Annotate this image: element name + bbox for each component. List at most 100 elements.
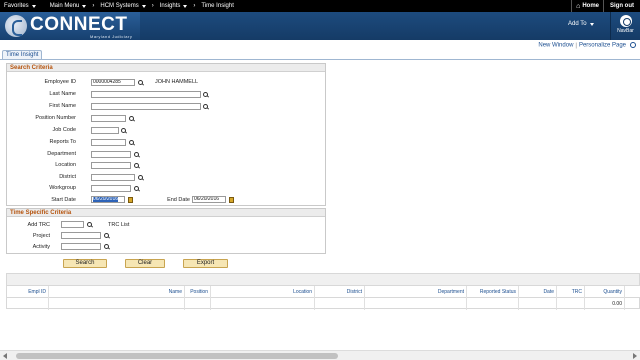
scroll-left-icon[interactable] [3,353,7,359]
navbar-label: NavBar [617,28,634,34]
col-reported-status[interactable]: Reported Status [467,286,519,298]
nav-separator: › [151,3,154,9]
table-row: 0.00 [7,298,640,310]
page-links: New Window | Personalize Page [538,42,636,49]
chevron-down-icon [31,4,36,8]
col-date[interactable]: Date [519,286,557,298]
scroll-right-icon[interactable] [633,353,637,359]
col-department[interactable]: Department [365,286,467,298]
calendar-icon[interactable] [229,197,234,203]
cell-trc [557,298,585,310]
search-icon[interactable] [121,128,127,134]
search-icon[interactable] [104,233,110,239]
location-label: Location [55,162,76,168]
cell-location [211,298,315,310]
logo-text: CONNECT [30,14,128,35]
results-grid: Empl ID Name Position Location District … [6,273,640,310]
home-link[interactable]: ⌂ Home [572,0,603,12]
compass-icon [619,15,632,27]
chevron-down-icon [183,4,188,8]
employee-id-input[interactable]: 0000004285 [91,79,135,86]
cell-quantity: 0.00 [585,298,625,310]
add-to-menu[interactable]: Add To [568,21,594,27]
search-icon[interactable] [138,80,144,86]
logo-icon [5,15,27,37]
add-trc-input[interactable] [61,221,84,228]
last-name-label: Last Name [49,91,76,97]
position-number-input[interactable] [91,115,126,122]
scrollbar-thumb[interactable] [16,353,338,359]
search-icon[interactable] [203,92,209,98]
tab-time-insight[interactable]: Time Insight [2,50,43,59]
export-button[interactable]: Export [183,259,228,268]
department-input[interactable] [91,151,131,158]
search-icon[interactable] [138,175,144,181]
col-quantity[interactable]: Quantity [585,286,625,298]
nav-current-page[interactable]: Time Insight [197,0,237,12]
nav-hcm-systems-label: HCM Systems [100,3,139,9]
nav-hcm-systems[interactable]: HCM Systems [96,0,149,12]
calendar-icon[interactable] [128,197,133,203]
time-specific-criteria-group: Time Specific Criteria [6,208,326,254]
start-date-value: 06/20/2016 [93,196,119,202]
chevron-down-icon [82,4,87,8]
navbar-button[interactable]: NavBar [610,12,640,40]
horizontal-scrollbar[interactable] [0,350,640,360]
signout-link[interactable]: Sign out [604,0,640,12]
nav-separator: › [193,3,196,9]
first-name-label: First Name [49,103,76,109]
last-name-input[interactable] [91,91,201,98]
job-code-label: Job Code [52,127,76,133]
add-to-label: Add To [568,21,587,27]
nav-main-menu[interactable]: Main Menu [46,0,91,12]
search-icon[interactable] [129,140,135,146]
workgroup-input[interactable] [91,185,131,192]
end-date-input[interactable]: 06/20/2016 [192,196,226,203]
activity-label: Activity [32,244,50,250]
search-icon[interactable] [134,163,140,169]
job-code-input[interactable] [91,127,119,134]
district-label: District [59,174,76,180]
search-icon[interactable] [134,152,140,158]
search-icon[interactable] [203,104,209,110]
first-name-input[interactable] [91,103,201,110]
time-specific-criteria-title: Time Specific Criteria [7,209,325,217]
search-icon[interactable] [87,222,93,228]
divider: | [575,42,577,49]
nav-insights-label: Insights [159,3,181,9]
activity-input[interactable] [61,243,101,250]
col-trc[interactable]: TRC [557,286,585,298]
search-icon[interactable] [129,116,135,122]
chevron-down-icon [589,22,594,26]
nav-favorites[interactable]: Favorites [0,0,40,12]
tab-underline [0,59,640,60]
project-input[interactable] [61,232,101,239]
col-location[interactable]: Location [211,286,315,298]
clear-button[interactable]: Clear [125,259,165,268]
nav-insights[interactable]: Insights [156,0,192,12]
col-position[interactable]: Position [185,286,211,298]
start-date-label: Start Date [51,197,76,203]
reports-to-input[interactable] [91,139,126,146]
nav-separator: › [92,3,95,9]
project-label: Project [32,233,50,239]
location-input[interactable] [91,162,131,169]
search-icon[interactable] [134,186,140,192]
help-icon[interactable] [630,42,636,48]
search-button[interactable]: Search [63,259,107,268]
cell-name [49,298,185,310]
trc-list-link[interactable]: TRC List [108,222,129,228]
new-window-link[interactable]: New Window [538,43,573,49]
col-name[interactable]: Name [49,286,185,298]
search-criteria-title: Search Criteria [7,64,325,72]
search-icon[interactable] [104,244,110,250]
cell-position [185,298,211,310]
district-input[interactable] [91,174,135,181]
col-district[interactable]: District [315,286,365,298]
logo-subtitle: Maryland Judiciary [90,34,133,39]
personalize-page-link[interactable]: Personalize Page [579,43,626,49]
end-date-label: End Date [167,197,190,203]
col-empl-id[interactable]: Empl ID [7,286,49,298]
logo: CONNECT Maryland Judiciary [0,12,140,40]
start-date-input[interactable]: 06/20/2016 [91,196,125,203]
